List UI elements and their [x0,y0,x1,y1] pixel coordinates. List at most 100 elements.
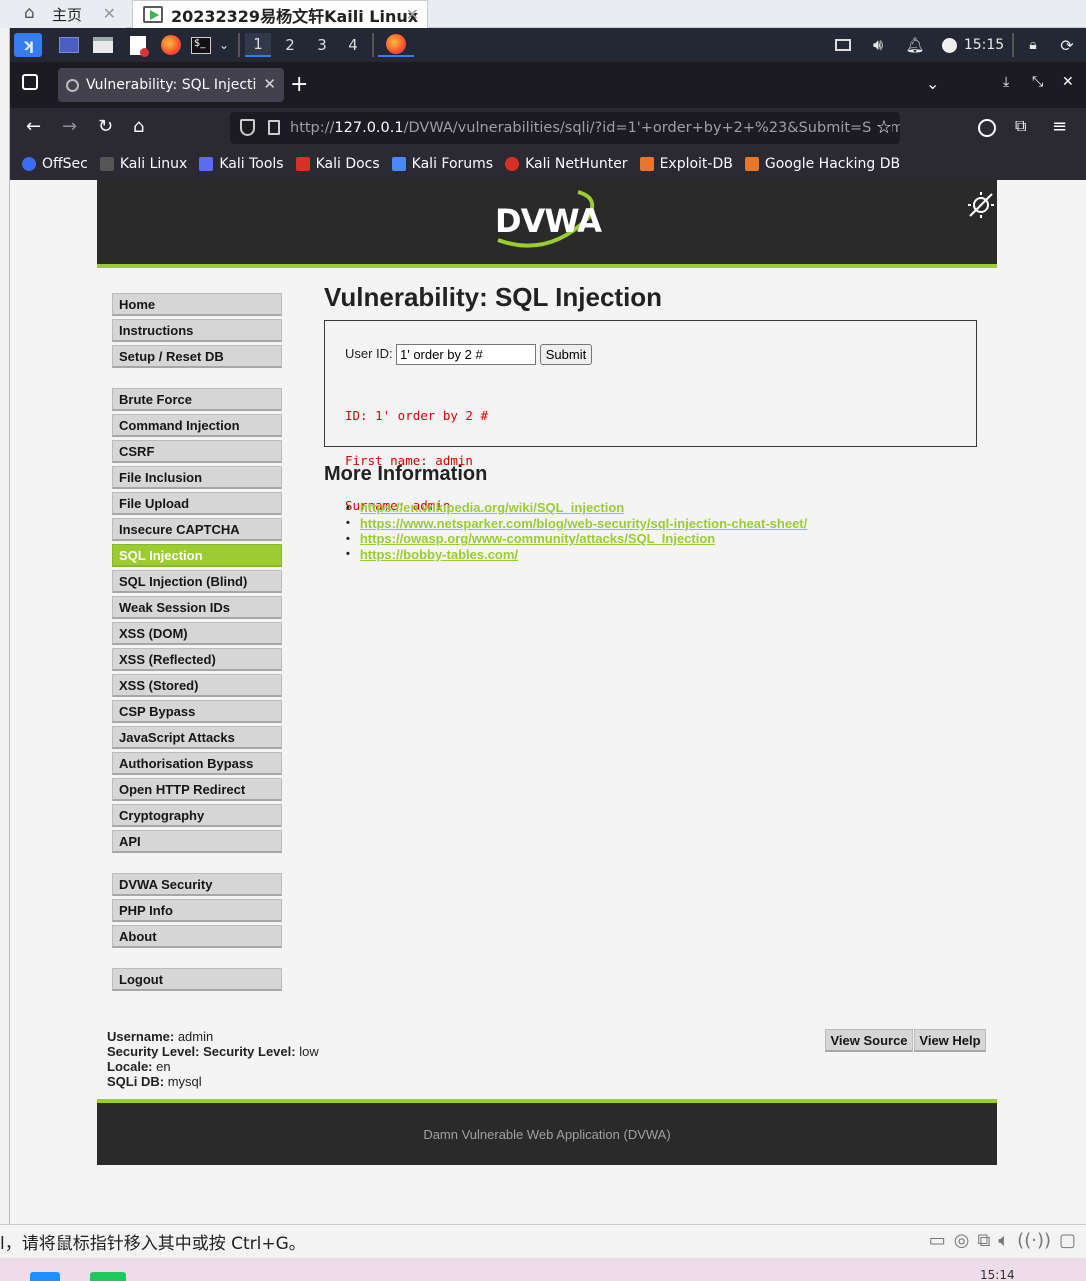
chevron-down-icon[interactable]: ⌄ [215,33,233,57]
hard-disk-icon[interactable]: ▭ [929,1230,946,1251]
menu-csrf[interactable]: CSRF [112,440,282,463]
host-tab-label: 主页 [52,5,83,24]
footer-text: Damn Vulnerable Web Application (DVWA) [423,1126,671,1142]
menu-authorisation-bypass[interactable]: Authorisation Bypass [112,752,282,775]
list-item: https://owasp.org/www-community/attacks/… [346,531,807,547]
menu-csp-bypass[interactable]: CSP Bypass [112,700,282,723]
host-left-strip [0,28,10,1224]
reload-icon[interactable]: ↻ [98,116,113,137]
menu-sql-injection-blind[interactable]: SQL Injection (Blind) [112,570,282,593]
browser-tab-active[interactable]: Vulnerability: SQL Injectio ✕ [58,68,284,102]
new-tab-icon[interactable]: + [290,72,308,97]
menu-xss-stored[interactable]: XSS (Stored) [112,674,282,697]
power-manager-icon[interactable] [938,33,960,57]
firefox-window-button[interactable] [378,33,414,57]
bookmark-google-hacking-db[interactable]: Google Hacking DB [744,156,900,172]
notification-bell-icon[interactable]: 🔔︎ [904,33,926,57]
bookmark-offsec[interactable]: OffSec [22,156,88,172]
menu-weak-session-ids[interactable]: Weak Session IDs [112,596,282,619]
url-bar[interactable]: http://127.0.0.1/DVWA/vulnerabilities/sq… [230,112,900,144]
menu-sql-injection[interactable]: SQL Injection [112,544,282,567]
menu-cryptography[interactable]: Cryptography [112,804,282,827]
link-bobby-tables[interactable]: https://bobby-tables.com/ [360,547,518,562]
menu-xss-dom[interactable]: XSS (DOM) [112,622,282,645]
terminal-icon[interactable]: $_ [189,33,213,57]
restore-icon[interactable]: ⤡ [1032,74,1043,90]
account-icon[interactable] [978,119,996,137]
status-sqli-db: SQLi DB: mysql [107,1074,202,1089]
firefox-icon[interactable] [159,33,183,57]
workspace-4[interactable]: 4 [340,33,366,57]
menu-logout[interactable]: Logout [112,968,282,991]
back-icon[interactable]: ← [26,116,41,137]
menu-xss-reflected[interactable]: XSS (Reflected) [112,648,282,671]
lock-icon[interactable]: 🔒︎ [1022,33,1044,57]
display-icon[interactable] [832,33,854,57]
submit-button[interactable]: Submit [540,344,592,365]
vm-status-message: l，请将鼠标指针移入其中或按 Ctrl+G。 [0,1234,306,1254]
view-help-button[interactable]: View Help [914,1029,986,1052]
taskbar-app-icon[interactable] [30,1272,60,1281]
menu-php-info[interactable]: PHP Info [112,899,282,922]
menu-javascript-attacks[interactable]: JavaScript Attacks [112,726,282,749]
home-icon[interactable]: ⌂ [133,116,144,137]
sound-card-icon[interactable]: 🔈︎ [998,1230,1009,1251]
extensions-icon[interactable]: ⧉ [1015,116,1026,136]
url-path: /DVWA/vulnerabilities/sqli/?id=1'+order+… [403,120,900,136]
link-netsparker-cheatsheet[interactable]: https://www.netsparker.com/blog/web-secu… [360,516,807,531]
bookmark-kali-tools[interactable]: Kali Tools [199,156,284,172]
workspace-3[interactable]: 3 [309,33,335,57]
close-window-icon[interactable]: ✕ [1062,74,1074,90]
vm-device-icons: ▭ ◎ ⧉ 🔈︎ ((·)) ▢ [929,1230,1076,1251]
minimize-icon[interactable]: ⤓ [1003,74,1009,90]
menu-brute-force[interactable]: Brute Force [112,388,282,411]
bookmark-kali-forums[interactable]: Kali Forums [391,156,493,172]
host-tab-vm[interactable]: 20232329易杨文轩Kaili Linux ✕ [132,0,428,28]
tab-overview-icon[interactable] [22,74,38,90]
menu-file-inclusion[interactable]: File Inclusion [112,466,282,489]
theme-toggle-icon[interactable] [966,190,996,220]
show-desktop-icon[interactable] [57,33,81,57]
dvwa-footer: Damn Vulnerable Web Application (DVWA) [97,1103,997,1165]
message-log-icon[interactable]: ▢ [1059,1230,1076,1251]
usb-icon[interactable]: ((·)) [1017,1230,1051,1251]
logout-icon[interactable]: ⟳ [1056,33,1078,57]
workspace-2[interactable]: 2 [277,33,303,57]
network-icon[interactable]: ⧉ [978,1230,991,1251]
user-id-input[interactable]: 1' order by 2 # [396,344,536,365]
taskbar-app-icon[interactable] [90,1272,126,1281]
link-owasp-sqli[interactable]: https://owasp.org/www-community/attacks/… [360,531,715,546]
close-tab-icon[interactable]: ✕ [263,75,276,93]
close-icon[interactable]: ✕ [406,5,419,24]
workspace-1[interactable]: 1 [245,33,271,57]
host-tab-home[interactable]: ⌂ 主页 ✕ [0,0,126,28]
close-icon[interactable]: ✕ [103,4,116,23]
menu-instructions[interactable]: Instructions [112,319,282,342]
bookmark-kali-nethunter[interactable]: Kali NetHunter [505,156,628,172]
bookmark-star-icon[interactable]: ☆ [871,117,892,138]
bookmark-kali-docs[interactable]: Kali Docs [295,156,380,172]
bookmark-exploit-db[interactable]: Exploit-DB [639,156,733,172]
menu-command-injection[interactable]: Command Injection [112,414,282,437]
kali-menu-icon[interactable]: ʞ [14,33,42,57]
view-source-button[interactable]: View Source [825,1029,913,1052]
menu-dvwa-security[interactable]: DVWA Security [112,873,282,896]
session-status-info: Username: admin Security Level: Security… [107,1029,319,1089]
file-manager-icon[interactable] [91,33,115,57]
menu-icon[interactable]: ≡ [1052,116,1067,137]
volume-icon[interactable]: 🔊︎ [867,33,889,57]
list-all-tabs-icon[interactable]: ⌄ [926,74,939,93]
kali-dragon-icon [99,157,114,171]
menu-home[interactable]: Home [112,293,282,316]
menu-api[interactable]: API [112,830,282,853]
menu-file-upload[interactable]: File Upload [112,492,282,515]
menu-setup-reset-db[interactable]: Setup / Reset DB [112,345,282,368]
forward-icon[interactable]: → [62,116,77,137]
menu-insecure-captcha[interactable]: Insecure CAPTCHA [112,518,282,541]
bookmark-kali-linux[interactable]: Kali Linux [99,156,187,172]
menu-about[interactable]: About [112,925,282,948]
link-wikipedia-sqli[interactable]: https://en.wikipedia.org/wiki/SQL_inject… [360,500,624,515]
menu-open-http-redirect[interactable]: Open HTTP Redirect [112,778,282,801]
cd-rom-icon[interactable]: ◎ [954,1230,970,1251]
text-editor-icon[interactable] [126,33,150,57]
